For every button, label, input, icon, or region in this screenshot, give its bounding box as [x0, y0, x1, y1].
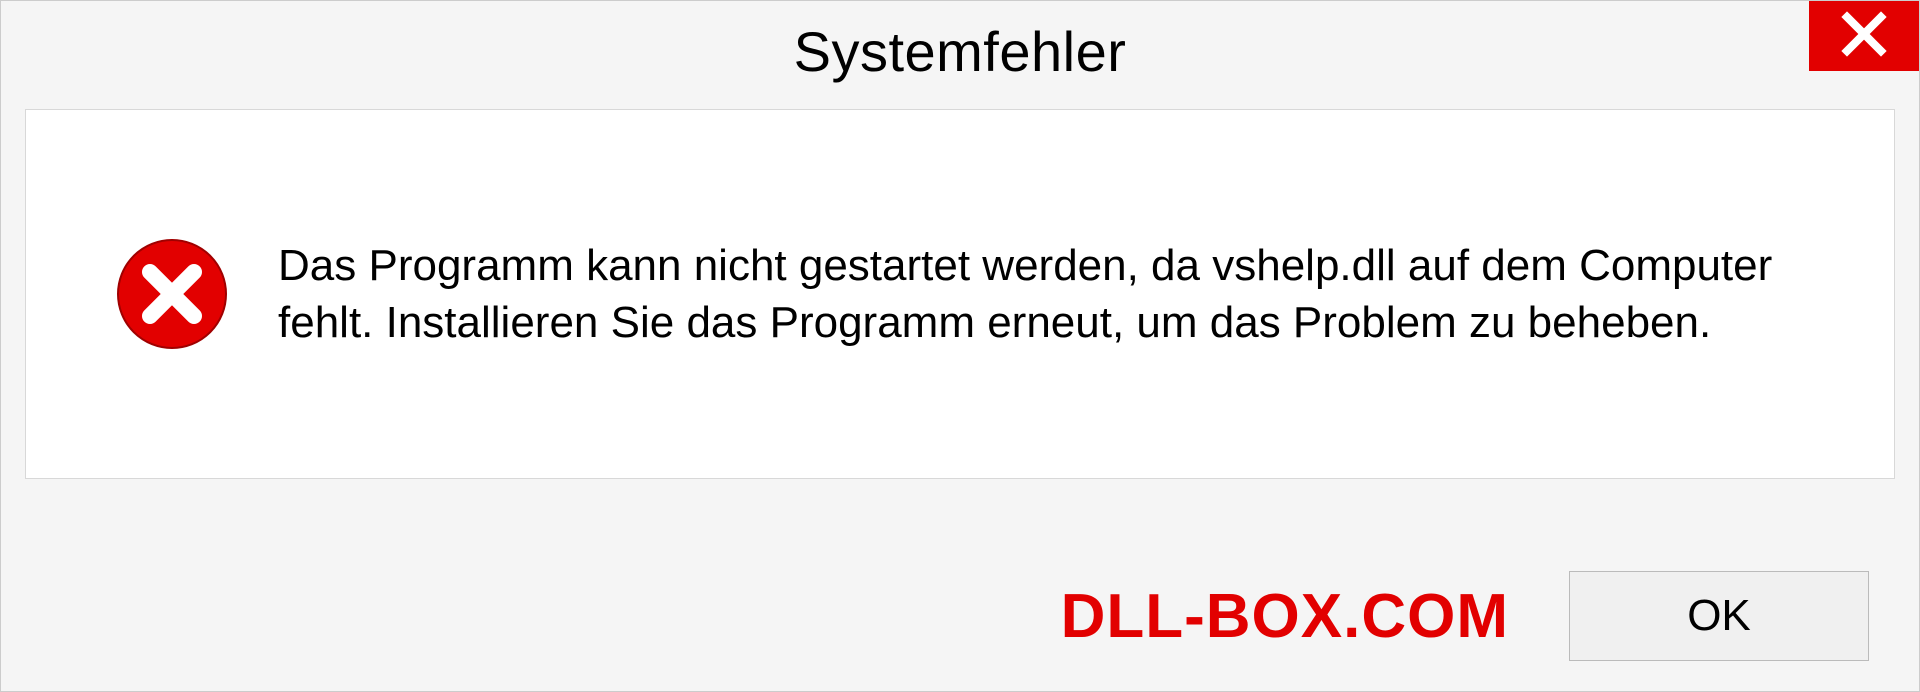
close-button[interactable] [1809, 1, 1919, 71]
watermark-text: DLL-BOX.COM [1061, 581, 1509, 652]
dialog-title: Systemfehler [794, 19, 1127, 84]
titlebar: Systemfehler [1, 1, 1919, 101]
ok-button-label: OK [1687, 591, 1751, 641]
close-icon [1841, 11, 1887, 62]
dialog-footer: DLL-BOX.COM OK [1, 571, 1919, 661]
message-panel: Das Programm kann nicht gestartet werden… [25, 109, 1895, 479]
error-message: Das Programm kann nicht gestartet werden… [278, 237, 1798, 351]
error-icon [116, 238, 228, 350]
ok-button[interactable]: OK [1569, 571, 1869, 661]
